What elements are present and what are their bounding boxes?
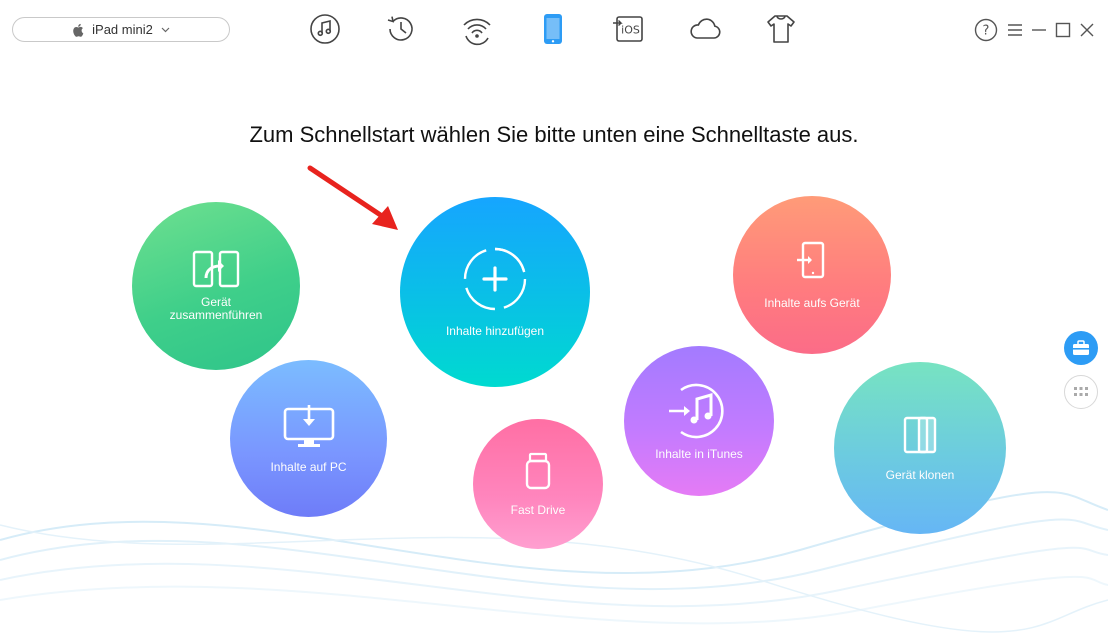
- clone-device-button[interactable]: Gerät klonen: [834, 362, 1006, 534]
- to-device-icon: [797, 241, 825, 278]
- minimize-button[interactable]: [1027, 18, 1051, 42]
- maximize-button[interactable]: [1051, 18, 1075, 42]
- shirt-icon: [767, 15, 795, 43]
- fast-drive-label: Fast Drive: [510, 502, 566, 517]
- minimize-icon: [1032, 29, 1046, 31]
- hamburger-menu-icon: [1008, 24, 1022, 36]
- close-icon: [1080, 23, 1094, 37]
- content-to-pc-button[interactable]: Inhalte auf PC: [230, 360, 387, 517]
- add-plus-icon: [463, 247, 527, 310]
- menu-button[interactable]: [1003, 18, 1027, 42]
- clone-device-label: Gerät klonen: [885, 467, 955, 482]
- content-to-device-button[interactable]: Inhalte aufs Gerät: [733, 196, 891, 354]
- nav-history[interactable]: [384, 12, 418, 46]
- apps-grid-side-button[interactable]: [1064, 375, 1098, 409]
- add-content-label: Inhalte hinzufügen: [445, 323, 545, 338]
- content-to-pc-label: Inhalte auf PC: [270, 460, 347, 474]
- device-merge-icon: [192, 250, 240, 288]
- maximize-icon: [1055, 22, 1071, 38]
- nav-toolkit[interactable]: [764, 12, 798, 46]
- top-toolbar: iPad mini2 iOS ?: [0, 0, 1108, 60]
- help-label: ?: [983, 24, 990, 39]
- device-clone-icon: [903, 416, 937, 453]
- wifi-refresh-icon: [463, 18, 491, 46]
- ios-label: iOS: [621, 24, 640, 37]
- add-content-button[interactable]: Inhalte hinzufügen: [400, 197, 590, 387]
- close-button[interactable]: [1075, 18, 1099, 42]
- toolbox-icon: [1073, 340, 1089, 355]
- icloud-icon: [690, 18, 721, 39]
- grid-icon: [1074, 387, 1088, 396]
- device-selector[interactable]: iPad mini2: [12, 17, 230, 42]
- nav-device[interactable]: [536, 12, 570, 46]
- nav-cloud[interactable]: [688, 12, 722, 46]
- help-button[interactable]: ?: [974, 18, 998, 42]
- red-arrow-annotation: [307, 165, 398, 230]
- device-name: iPad mini2: [92, 22, 153, 37]
- content-to-device-label: Inhalte aufs Gerät: [764, 295, 860, 310]
- nav-wifi[interactable]: [460, 12, 494, 46]
- merge-device-button[interactable]: Gerät zusammenführen: [132, 202, 300, 370]
- ipad-device-icon: [544, 14, 562, 44]
- usb-drive-icon: [525, 452, 551, 489]
- itunes-import-icon: [669, 383, 724, 438]
- page-headline: Zum Schnellstart wählen Sie bitte unten …: [249, 122, 859, 147]
- toolbox-side-button[interactable]: [1064, 331, 1098, 365]
- nav-music[interactable]: [308, 12, 342, 46]
- chevron-down-icon: [161, 27, 170, 32]
- help-icon: ?: [974, 18, 998, 42]
- apple-icon: [73, 23, 84, 37]
- fast-drive-button[interactable]: Fast Drive: [473, 419, 603, 549]
- monitor-download-icon: [283, 405, 334, 447]
- content-to-itunes-button[interactable]: Inhalte in iTunes: [624, 346, 774, 496]
- ios-update-icon: iOS: [613, 16, 643, 42]
- content-to-itunes-label: Inhalte in iTunes: [655, 446, 743, 461]
- nav-ios[interactable]: iOS: [612, 12, 646, 46]
- merge-device-label: Gerät zusammenführen: [169, 295, 263, 322]
- clock-history-icon: [387, 16, 413, 41]
- music-note-icon: [310, 14, 340, 44]
